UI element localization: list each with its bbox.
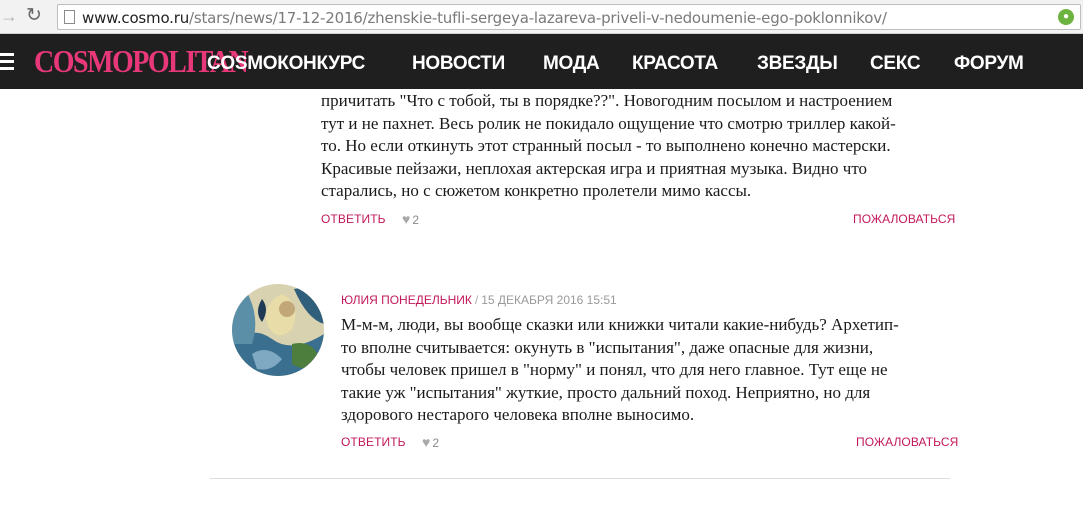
like-button[interactable]: ♥ 2 (402, 212, 419, 227)
comment-meta: Юлия Понедельник/15 декабря 2016 15:51 (341, 293, 617, 307)
browser-toolbar: → ↻ www.cosmo.ru/stars/news/17-12-2016/z… (0, 0, 1083, 34)
nav-item-sex[interactable]: СЕКС (870, 53, 921, 75)
comment-text: причитать "Что с тобой, ты в порядке??".… (321, 91, 896, 200)
reload-icon[interactable]: ↻ (26, 5, 42, 27)
like-button[interactable]: ♥ 2 (422, 435, 439, 450)
nav-item-cosmokonkurs[interactable]: COSMOКОНКУРС (207, 53, 365, 75)
address-bar[interactable]: www.cosmo.ru/stars/news/17-12-2016/zhens… (57, 4, 1081, 30)
like-count: 2 (432, 436, 439, 450)
report-button[interactable]: Пожаловаться (856, 435, 958, 449)
lock-icon[interactable]: ● (1058, 9, 1074, 25)
avatar[interactable] (232, 284, 324, 376)
nav-item-beauty[interactable]: КРАСОТА (632, 53, 718, 75)
page-icon (64, 10, 75, 24)
url-host: www.cosmo.ru (82, 9, 190, 27)
url-text[interactable]: www.cosmo.ru/stars/news/17-12-2016/zhens… (82, 9, 887, 27)
nav-item-news[interactable]: НОВОСТИ (412, 53, 505, 75)
reply-button[interactable]: Ответить (341, 435, 406, 449)
site-header: COSMOPOLITAN COSMOКОНКУРС НОВОСТИ МОДА К… (0, 34, 1083, 89)
avatar-image (232, 284, 324, 376)
nav-item-stars[interactable]: ЗВЕЗДЫ (757, 53, 838, 75)
heart-icon: ♥ (402, 211, 411, 227)
report-button[interactable]: Пожаловаться (853, 212, 955, 226)
nav-item-fashion[interactable]: МОДА (543, 53, 600, 75)
heart-icon: ♥ (422, 434, 431, 450)
nav-item-forum[interactable]: ФОРУМ (954, 53, 1024, 75)
reply-button[interactable]: Ответить (321, 212, 386, 226)
url-path: /stars/news/17-12-2016/zhenskie-tufli-se… (189, 9, 887, 27)
comment-divider (210, 478, 950, 479)
menu-icon[interactable] (0, 53, 14, 74)
comment-date: 15 декабря 2016 15:51 (481, 293, 617, 307)
comment-author[interactable]: Юлия Понедельник (341, 293, 472, 307)
meta-separator: / (474, 293, 479, 307)
forward-arrow-icon[interactable]: → (0, 6, 18, 26)
comment-text: М-м-м, люди, вы вообще сказки или книжки… (341, 315, 899, 424)
like-count: 2 (412, 213, 419, 227)
